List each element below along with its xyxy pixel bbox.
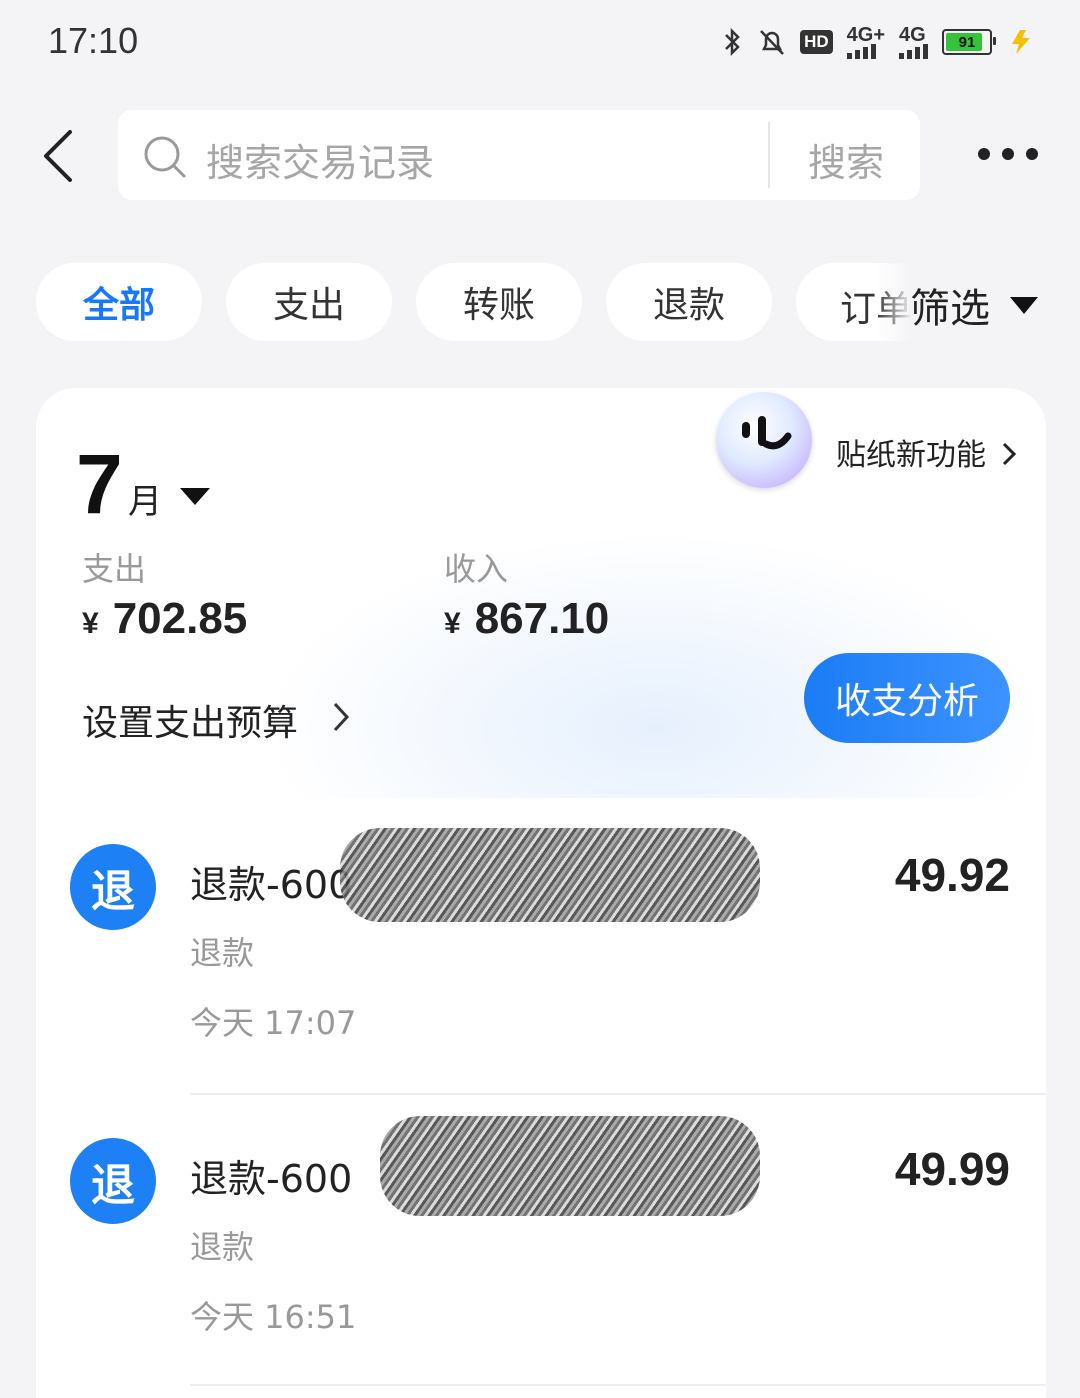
month-dropdown-icon[interactable] bbox=[180, 488, 210, 505]
income-expense-analysis-button[interactable]: 收支分析 bbox=[804, 653, 1010, 743]
signal-4g-plus: 4G+ bbox=[846, 23, 885, 59]
redaction-scribble bbox=[380, 1116, 760, 1216]
chip-order-label: 订单 bbox=[840, 289, 913, 330]
income-amount: ¥867.10 bbox=[444, 594, 609, 644]
chip-refund[interactable]: 退款 bbox=[606, 263, 772, 341]
network-label-2: 4G bbox=[899, 23, 926, 46]
signal-bars-icon bbox=[846, 43, 885, 59]
status-icons: HD 4G+ 4G 91 bbox=[722, 20, 1036, 64]
sticker-feature-link[interactable]: 贴纸新功能 bbox=[836, 430, 986, 474]
hd-badge: HD bbox=[800, 30, 833, 54]
chevron-right-icon bbox=[1002, 442, 1017, 466]
expense-label: 支出 bbox=[82, 550, 147, 588]
caret-down-icon bbox=[1010, 296, 1038, 314]
expense-value: 702.85 bbox=[112, 594, 248, 643]
set-budget-link[interactable]: 设置支出预算 bbox=[82, 694, 298, 746]
charging-icon bbox=[1012, 30, 1030, 54]
mute-bell-icon bbox=[760, 30, 784, 55]
signal-4g: 4G bbox=[899, 23, 928, 59]
signal-bars-icon bbox=[899, 43, 928, 59]
smile-face-icon bbox=[742, 416, 792, 450]
transaction-time: 今天 16:51 bbox=[190, 1298, 357, 1336]
chip-all[interactable]: 全部 bbox=[36, 263, 202, 341]
network-label-1: 4G+ bbox=[846, 23, 885, 46]
search-divider bbox=[768, 122, 770, 188]
transaction-category: 退款 bbox=[190, 1228, 255, 1266]
income-currency: ¥ bbox=[444, 607, 461, 640]
transaction-amount: 49.99 bbox=[894, 1143, 1010, 1195]
expense-amount: ¥702.85 bbox=[82, 594, 247, 644]
battery-level: 91 bbox=[958, 33, 976, 51]
list-divider bbox=[190, 1384, 1046, 1386]
list-divider bbox=[190, 1093, 1046, 1095]
chip-transfer[interactable]: 转账 bbox=[416, 263, 582, 341]
transaction-category: 退款 bbox=[190, 934, 255, 972]
refund-icon: 退 bbox=[70, 1138, 156, 1224]
status-time: 17:10 bbox=[48, 20, 139, 61]
filter-button[interactable]: 筛选 bbox=[910, 276, 1038, 334]
chip-expense[interactable]: 支出 bbox=[226, 263, 392, 341]
transaction-title[interactable]: 退款-600 bbox=[190, 854, 352, 909]
search-button[interactable]: 搜索 bbox=[808, 132, 884, 187]
search-bar[interactable]: 搜索交易记录 搜索 bbox=[118, 110, 920, 200]
transaction-time: 今天 17:07 bbox=[190, 1004, 357, 1042]
sticker-avatar-icon[interactable] bbox=[716, 392, 812, 488]
expense-currency: ¥ bbox=[82, 607, 99, 640]
bluetooth-icon bbox=[725, 27, 740, 57]
filter-label: 筛选 bbox=[910, 286, 990, 332]
income-value: 867.10 bbox=[474, 594, 610, 643]
chevron-right-icon[interactable] bbox=[330, 700, 352, 734]
month-unit[interactable]: 月 bbox=[128, 474, 162, 523]
battery-icon: 91 bbox=[942, 29, 996, 55]
search-icon bbox=[144, 136, 186, 178]
search-input[interactable]: 搜索交易记录 bbox=[206, 132, 434, 187]
income-label: 收入 bbox=[444, 550, 509, 588]
transaction-amount: 49.92 bbox=[894, 849, 1010, 901]
month-number[interactable]: 7 bbox=[76, 436, 123, 533]
back-arrow-icon[interactable] bbox=[36, 126, 84, 186]
refund-icon: 退 bbox=[70, 844, 156, 930]
more-options-icon[interactable] bbox=[978, 148, 1038, 160]
redaction-scribble bbox=[340, 828, 760, 922]
transaction-title[interactable]: 退款-600 bbox=[190, 1148, 352, 1203]
